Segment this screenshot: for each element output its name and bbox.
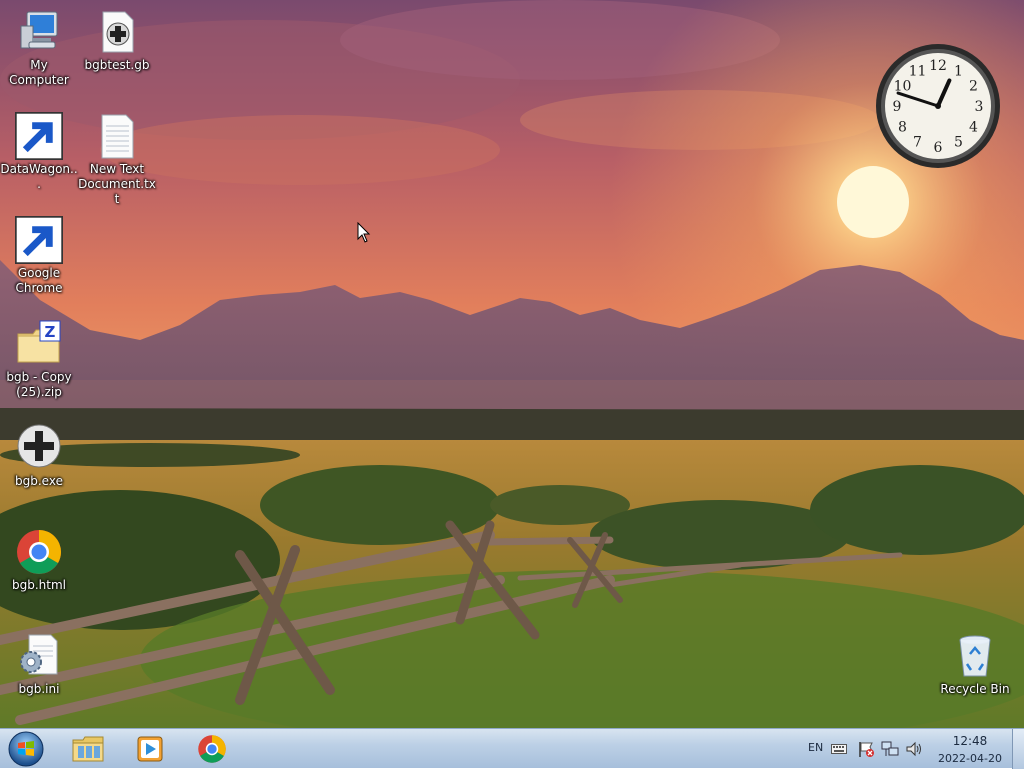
text-document-icon — [93, 112, 141, 160]
clock-numeral: 12 — [929, 58, 947, 74]
clock-numeral: 9 — [893, 99, 902, 115]
gamepad-icon — [15, 424, 63, 472]
chrome-icon — [15, 216, 63, 264]
desktop-icon-datawagon[interactable]: DataWagon... — [0, 112, 78, 192]
taskbar-clock-date[interactable]: 2022-04-20 — [930, 752, 1010, 765]
taskbar-chrome-button[interactable] — [188, 731, 236, 767]
show-desktop-button[interactable] — [1012, 729, 1024, 769]
zip-folder-icon: Z — [15, 320, 63, 368]
computer-icon — [15, 8, 63, 56]
taskbar-file-explorer-button[interactable] — [64, 731, 112, 767]
clock-numeral: 1 — [954, 63, 963, 79]
wallpaper — [0, 0, 1024, 728]
volume-icon[interactable] — [905, 740, 923, 758]
desktop-icon-label: bgbtest.gb — [84, 58, 150, 72]
clock-numeral: 6 — [934, 140, 943, 156]
desktop-icon-label: Google Chrome — [15, 266, 63, 295]
desktop-icon-label: Recycle Bin — [940, 682, 1010, 696]
clock-gadget[interactable]: 12 12 3 45678 9 1011 — [874, 42, 1002, 170]
clock-numeral: 11 — [909, 63, 927, 79]
taskbar-clock-time[interactable]: 12:48 — [938, 734, 1002, 748]
settings-file-icon — [15, 632, 63, 680]
desktop-icon-label: My Computer — [9, 58, 69, 87]
clock-numeral: 2 — [969, 79, 978, 95]
desktop[interactable]: My Computer bgbtest.gb DataWagon... New … — [0, 0, 1024, 728]
desktop-icon-bgb-html[interactable]: bgb.html — [0, 528, 78, 593]
desktop-icon-google-chrome[interactable]: Google Chrome — [0, 216, 78, 296]
keyboard-icon[interactable] — [831, 743, 847, 755]
desktop-icon-recycle-bin[interactable]: Recycle Bin — [936, 632, 1014, 697]
clock-numeral: 10 — [894, 79, 912, 95]
desktop-icon-label: New Text Document.txt — [78, 162, 156, 206]
media-player-icon — [137, 736, 163, 762]
datawagon-icon — [15, 112, 63, 160]
desktop-icon-label: bgb.exe — [15, 474, 63, 488]
desktop-icon-new-text-document[interactable]: New Text Document.txt — [78, 112, 156, 207]
svg-text:Z: Z — [45, 323, 56, 341]
clock-numeral: 7 — [913, 135, 922, 151]
chrome-html-icon — [15, 528, 63, 576]
chrome-icon — [198, 735, 226, 763]
shortcut-arrow-icon — [15, 216, 63, 264]
desktop-icon-label: bgb.ini — [18, 682, 60, 696]
clock-numeral: 8 — [898, 120, 907, 136]
mouse-cursor-icon — [357, 222, 371, 243]
language-indicator[interactable]: EN — [808, 741, 823, 754]
gameboy-file-icon — [93, 8, 141, 56]
taskbar: EN 12:48 2022-04-20 — [0, 728, 1024, 769]
network-icon[interactable] — [881, 740, 899, 758]
clock-numeral: 4 — [969, 120, 978, 136]
action-center-flag-icon[interactable] — [857, 740, 875, 758]
desktop-icon-label: bgb - Copy (25).zip — [6, 370, 72, 399]
clock-numeral: 5 — [954, 135, 963, 151]
desktop-icon-bgb-zip[interactable]: Z bgb - Copy (25).zip — [0, 320, 78, 400]
desktop-icon-label: bgb.html — [12, 578, 66, 592]
shortcut-arrow-icon — [15, 112, 63, 160]
recycle-bin-icon — [951, 632, 999, 680]
desktop-icon-bgb-ini[interactable]: bgb.ini — [0, 632, 78, 697]
desktop-icon-my-computer[interactable]: My Computer — [0, 8, 78, 88]
start-button[interactable] — [6, 730, 46, 768]
desktop-icon-bgb-exe[interactable]: bgb.exe — [0, 424, 78, 489]
folder-icon — [72, 736, 104, 762]
clock-numeral: 3 — [975, 99, 984, 115]
desktop-icon-bgbtest-gb[interactable]: bgbtest.gb — [78, 8, 156, 73]
desktop-icon-label: DataWagon... — [0, 162, 78, 191]
taskbar-media-player-button[interactable] — [126, 731, 174, 767]
